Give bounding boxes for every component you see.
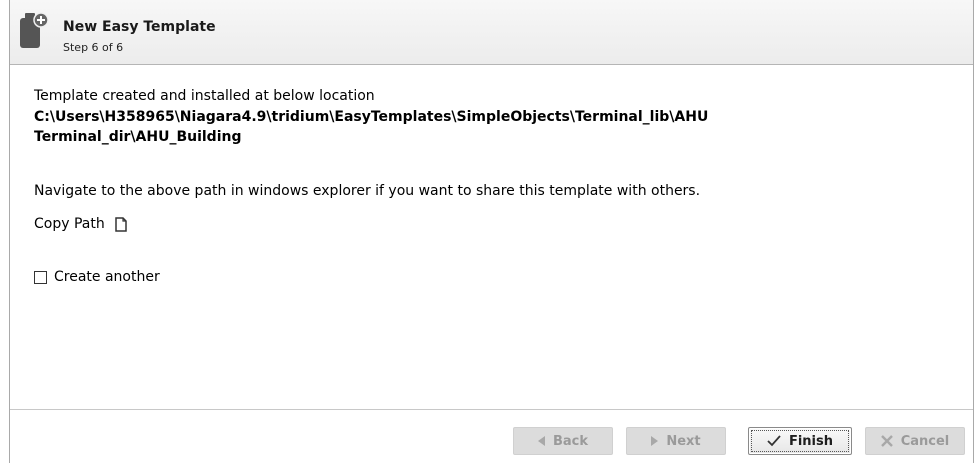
copy-icon[interactable] (114, 216, 127, 232)
next-button-label: Next (666, 433, 701, 449)
back-arrow-icon (537, 436, 545, 446)
template-add-icon (20, 12, 49, 48)
cancel-x-icon (880, 435, 893, 447)
cancel-button-label: Cancel (900, 433, 950, 449)
wizard-step: Step 6 of 6 (63, 41, 124, 54)
next-arrow-icon (651, 436, 659, 446)
copy-path-label: Copy Path (34, 216, 105, 232)
next-button[interactable]: Next (626, 427, 726, 455)
create-another-label: Create another (54, 269, 160, 285)
back-button-label: Back (552, 433, 589, 449)
status-message: Template created and installed at below … (34, 88, 375, 104)
copy-path-row: Copy Path (34, 216, 127, 232)
finish-button-label: Finish (788, 433, 834, 449)
wizard-dialog: New Easy Template Step 6 of 6 Template c… (9, 0, 974, 463)
back-button[interactable]: Back (513, 427, 613, 455)
finish-button[interactable]: Finish (748, 427, 852, 455)
template-path-line2: Terminal_dir\AHU_Building (34, 129, 242, 145)
template-path-line1: C:\Users\H358965\Niagara4.9\tridium\Easy… (34, 109, 709, 125)
wizard-header: New Easy Template Step 6 of 6 (10, 0, 973, 65)
create-another-option[interactable]: Create another (34, 269, 160, 285)
wizard-footer: Back Next Finish Cancel (10, 409, 973, 463)
create-another-checkbox[interactable] (34, 270, 47, 284)
share-hint: Navigate to the above path in windows ex… (34, 183, 701, 199)
wizard-title: New Easy Template (63, 19, 216, 35)
checkmark-icon (767, 435, 781, 447)
cancel-button[interactable]: Cancel (865, 427, 965, 455)
